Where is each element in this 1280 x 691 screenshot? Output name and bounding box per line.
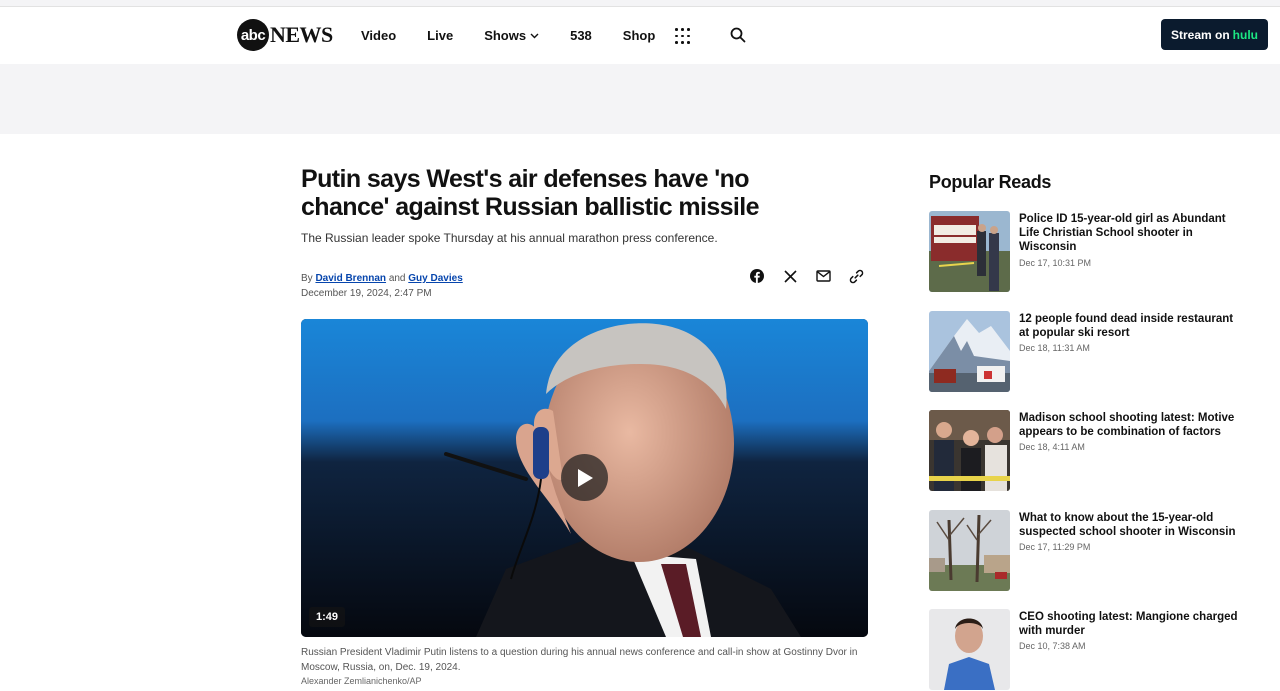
popular-thumb-image xyxy=(929,510,1010,591)
video-duration: 1:49 xyxy=(309,607,346,627)
image-caption: Russian President Vladimir Putin listens… xyxy=(301,647,858,673)
popular-time: Dec 17, 11:29 PM xyxy=(1019,542,1091,552)
byline-prefix: By xyxy=(301,273,313,284)
nav-shop[interactable]: Shop xyxy=(623,28,656,43)
stream-label: Stream on xyxy=(1170,27,1230,42)
popular-time: Dec 17, 10:31 PM xyxy=(1019,258,1092,268)
nav-video[interactable]: Video xyxy=(361,28,396,43)
byline: By David Brennan and Guy Davies xyxy=(301,273,463,284)
nav-538[interactable]: 538 xyxy=(570,28,592,43)
share-bar xyxy=(749,268,881,284)
popular-reads-title: Popular Reads xyxy=(929,172,1052,192)
popular-headline[interactable]: Madison school shooting latest: Motive a… xyxy=(1019,411,1244,439)
article-headline: Putin says West's air defenses have 'no … xyxy=(301,165,760,221)
popular-headline[interactable]: What to know about the 15-year-old suspe… xyxy=(1019,511,1244,539)
author-link-2[interactable]: Guy Davies xyxy=(408,273,462,284)
popular-item[interactable]: CEO shooting latest: Mangione charged wi… xyxy=(929,609,1249,691)
nav-shows-label: Shows xyxy=(484,28,527,43)
byline-and: and xyxy=(388,273,406,284)
popular-time: Dec 18, 4:11 AM xyxy=(1019,442,1085,452)
site-header: abc NEWS Video Live Shows 538 Shop Strea… xyxy=(0,7,1280,64)
logo-word: NEWS xyxy=(270,22,333,47)
author-link-1[interactable]: David Brennan xyxy=(315,273,386,284)
nav-shows[interactable]: Shows xyxy=(484,28,539,43)
link-icon[interactable] xyxy=(848,268,864,284)
popular-time: Dec 10, 7:38 AM xyxy=(1019,641,1086,651)
logo-mark: abc xyxy=(237,19,269,51)
main-nav: Video Live Shows 538 Shop xyxy=(361,7,686,64)
image-credit: Alexander Zemlianichenko/AP xyxy=(301,676,422,686)
stream-on-hulu-button[interactable]: Stream on hulu xyxy=(1161,19,1268,50)
popular-headline[interactable]: 12 people found dead inside restaurant a… xyxy=(1019,312,1244,340)
popular-headline[interactable]: Police ID 15-year-old girl as Abundant L… xyxy=(1019,212,1244,254)
email-icon[interactable] xyxy=(815,268,831,284)
x-icon[interactable] xyxy=(782,268,798,284)
browser-top-strip xyxy=(0,0,1280,7)
popular-thumb-image xyxy=(929,410,1010,491)
popular-thumb-image xyxy=(929,311,1010,392)
hulu-wordmark: hulu xyxy=(1232,27,1258,42)
chevron-down-icon xyxy=(530,31,539,41)
grid-icon[interactable] xyxy=(675,28,690,44)
popular-item[interactable]: Police ID 15-year-old girl as Abundant L… xyxy=(929,211,1249,293)
popular-item[interactable]: What to know about the 15-year-old suspe… xyxy=(929,510,1249,592)
popular-headline[interactable]: CEO shooting latest: Mangione charged wi… xyxy=(1019,610,1244,638)
popular-time: Dec 18, 11:31 AM xyxy=(1019,343,1090,353)
publish-date: December 19, 2024, 2:47 PM xyxy=(301,288,432,299)
popular-item[interactable]: Madison school shooting latest: Motive a… xyxy=(929,410,1249,492)
play-icon xyxy=(577,468,593,487)
popular-thumb-image xyxy=(929,609,1010,690)
play-button[interactable] xyxy=(561,454,608,501)
popular-item[interactable]: 12 people found dead inside restaurant a… xyxy=(929,311,1249,393)
nav-live[interactable]: Live xyxy=(427,28,453,43)
facebook-icon[interactable] xyxy=(749,268,765,284)
popular-thumb-image xyxy=(929,211,1010,292)
ad-banner-area xyxy=(0,64,1280,134)
search-icon[interactable] xyxy=(730,27,746,43)
abc-news-logo[interactable]: abc NEWS xyxy=(237,19,333,51)
article-dek: The Russian leader spoke Thursday at his… xyxy=(301,231,718,245)
